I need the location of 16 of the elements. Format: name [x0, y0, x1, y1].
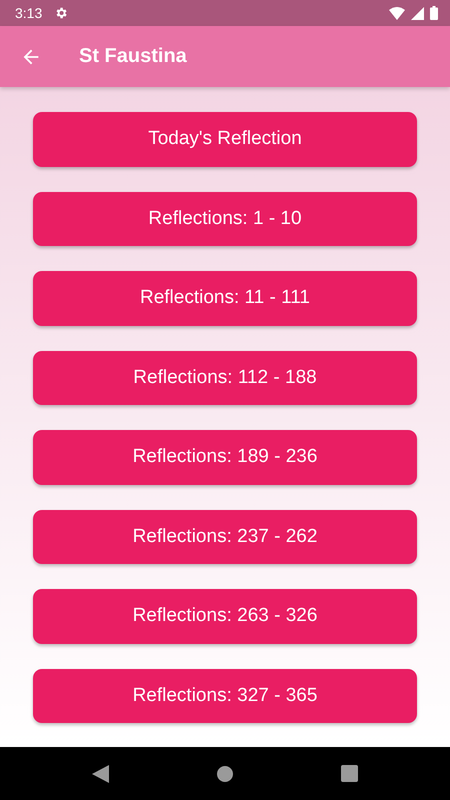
settings-icon — [54, 6, 68, 20]
reflection-button[interactable]: Reflections: 112 - 188 — [33, 350, 417, 405]
reflection-button[interactable]: Today's Reflection — [33, 112, 417, 166]
reflection-button[interactable]: Reflections: 1 - 10 — [33, 192, 417, 246]
signal-icon — [411, 6, 424, 20]
reflection-button[interactable]: Reflections: 189 - 236 — [33, 430, 417, 484]
back-nav-icon[interactable] — [92, 764, 109, 782]
screen-title: St Faustina — [79, 45, 187, 68]
reflection-button[interactable]: Reflections: 11 - 111 — [33, 271, 417, 326]
home-nav-icon[interactable] — [217, 766, 233, 782]
reflection-button[interactable]: Reflections: 263 - 326 — [33, 589, 417, 644]
status-time: 3:13 — [15, 5, 42, 21]
reflection-button[interactable]: Reflections: 237 - 262 — [33, 510, 417, 564]
reflection-button[interactable]: Reflections: 327 - 365 — [33, 668, 417, 723]
wifi-icon — [389, 6, 405, 20]
battery-icon — [430, 6, 438, 20]
